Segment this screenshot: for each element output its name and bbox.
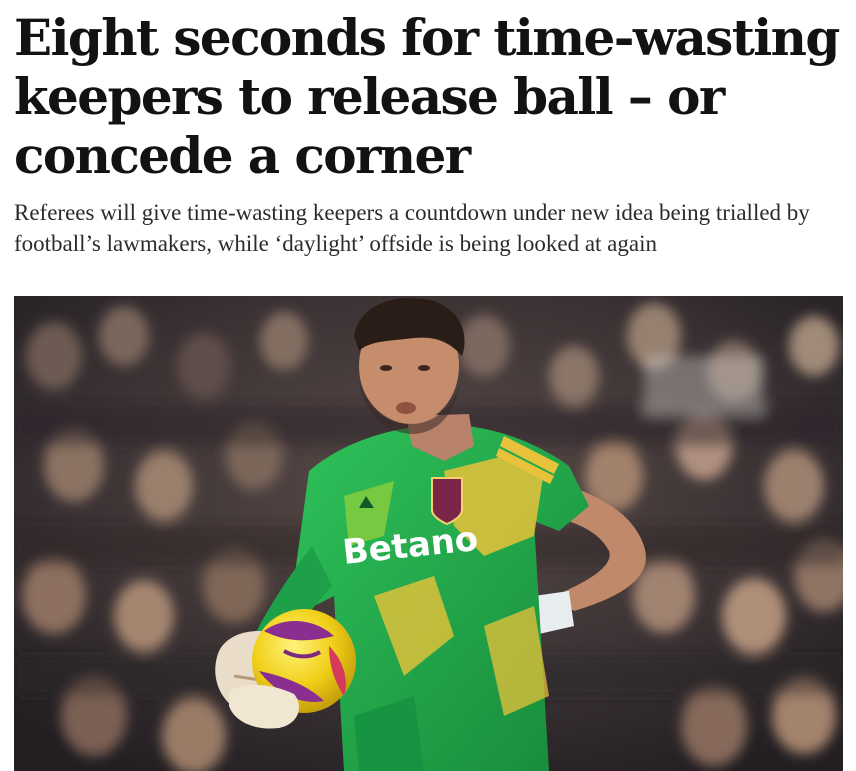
standfirst: Referees will give time-wasting keepers … [14,200,810,256]
hero-image: Betano [14,296,843,771]
club-crest-icon [431,477,463,526]
goalkeeper-photo: Betano [14,296,843,771]
headline: Eight seconds for time-wasting keepers t… [14,8,840,185]
article-header: Eight seconds for time-wasting keepers t… [14,0,844,259]
